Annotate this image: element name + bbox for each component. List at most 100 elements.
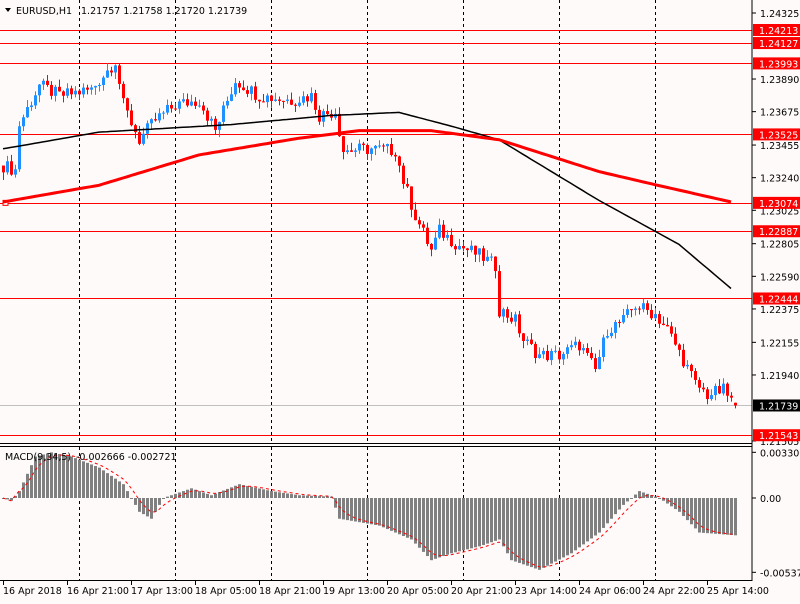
candle-body [522, 333, 525, 341]
price-tick-label: 1.22805 [760, 240, 799, 251]
macd-bar [690, 498, 693, 525]
macd-bar [206, 493, 209, 498]
candle-body [306, 96, 309, 102]
candle [550, 348, 553, 366]
candle [122, 81, 125, 104]
candle-body [586, 348, 589, 353]
macd-bar [74, 458, 77, 498]
candle-body [214, 118, 217, 130]
time-axis[interactable]: 16 Apr 2018 16 Apr 21:00 17 Apr 13:00 18 Ap… [3, 581, 769, 597]
macd-bar [706, 498, 709, 534]
candle [342, 135, 345, 160]
macd-bar [610, 498, 613, 519]
collapse-triangle-icon[interactable] [5, 8, 11, 12]
candle-body [554, 350, 557, 352]
candle-body [118, 65, 121, 84]
candle-body [142, 133, 145, 144]
candle [422, 221, 425, 232]
macd-bar [122, 484, 125, 498]
candle-body [374, 145, 377, 149]
candle-body [618, 322, 621, 324]
time-tick-label: 23 Apr 14:00 [515, 586, 577, 597]
macd-bar [506, 498, 509, 554]
candle-body [382, 145, 385, 147]
candle [54, 84, 57, 102]
macd-bar [166, 496, 169, 498]
candle [210, 116, 213, 126]
candle [70, 85, 73, 100]
candle [2, 165, 5, 180]
macd-bar [246, 485, 249, 498]
candle [30, 101, 33, 111]
macd-bar [226, 488, 229, 498]
candle-body [482, 248, 485, 261]
candle [666, 317, 669, 327]
macd-bar [578, 498, 581, 548]
macd-bar [346, 498, 349, 521]
candle-body [686, 364, 689, 367]
macd-tick-label: 0.003306 [760, 448, 800, 459]
candle [598, 349, 601, 370]
macd-bar [534, 498, 537, 569]
candle [250, 85, 253, 101]
candle [458, 238, 461, 250]
macd-bar [402, 498, 405, 536]
macd-bar [626, 498, 629, 502]
candle [438, 218, 441, 240]
candle-body [366, 144, 369, 154]
candle [246, 85, 249, 98]
candle [454, 244, 457, 256]
candle [650, 304, 653, 320]
candle-body [574, 341, 577, 346]
macd-bar [262, 489, 265, 498]
macd-bar [682, 498, 685, 516]
macd-bar [258, 488, 261, 498]
candle-body [186, 99, 189, 106]
macd-bar [242, 485, 245, 498]
candle-body [598, 357, 601, 370]
candle-body [670, 326, 673, 334]
level-price-label: 1.23074 [759, 199, 798, 210]
candle-body [58, 86, 61, 92]
macd-bar [190, 488, 193, 498]
candle [678, 343, 681, 357]
candle [66, 83, 69, 99]
macd-bar [714, 498, 717, 534]
candle-body [78, 90, 81, 95]
candle-body [98, 85, 101, 87]
candle-body [250, 86, 253, 94]
macd-bar [214, 493, 217, 498]
level-price-label: 1.22444 [759, 294, 798, 305]
macd-bar [198, 491, 201, 498]
ohlc-readout: 1.21757 1.21758 1.21720 1.21739 [81, 6, 247, 17]
price-chart[interactable]: 1.24325 1.23890 1.23675 1.23455 1.23240 1.230… [0, 0, 800, 600]
price-axis[interactable]: 1.24325 1.23890 1.23675 1.23455 1.23240 1.230… [752, 9, 800, 579]
chart-canvas[interactable]: 1.24325 1.23890 1.23675 1.23455 1.23240 1.230… [0, 0, 800, 600]
candle [398, 155, 401, 173]
candle [162, 110, 165, 120]
candle [682, 343, 685, 368]
candle [730, 392, 733, 402]
candle [174, 102, 177, 111]
candle-body [198, 105, 201, 107]
candle [230, 87, 233, 102]
candle [582, 344, 585, 355]
candle-body [50, 84, 53, 96]
candle-body [682, 349, 685, 367]
candle-body [438, 224, 441, 238]
candle [402, 162, 405, 189]
candle-body [698, 379, 701, 388]
candle [90, 84, 93, 95]
macd-bar [326, 496, 329, 498]
candle [202, 101, 205, 115]
macd-bar [566, 498, 569, 556]
candle-body [246, 90, 249, 94]
candle-body [634, 308, 637, 310]
candle [538, 347, 541, 359]
candle [50, 81, 53, 100]
level-price-label: 1.24127 [759, 39, 798, 50]
candle-body [342, 136, 345, 153]
candle-body [6, 161, 9, 173]
candle-body [638, 308, 641, 310]
candle [78, 88, 81, 101]
